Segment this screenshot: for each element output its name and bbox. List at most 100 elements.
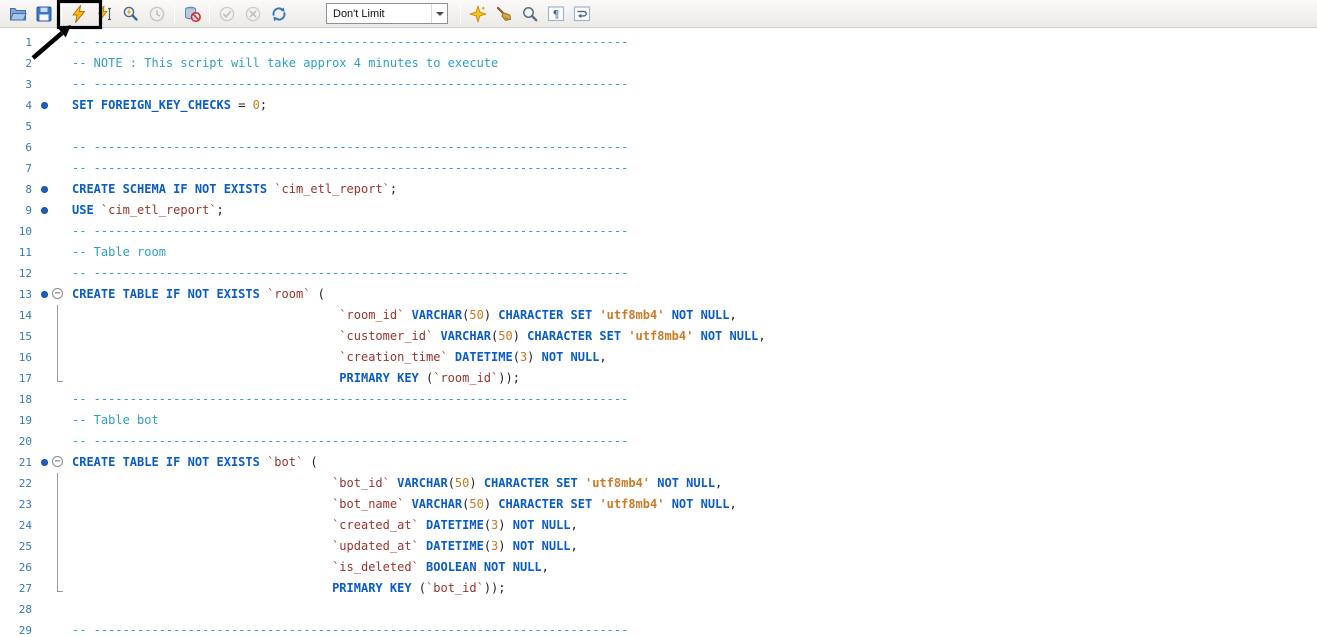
code-line[interactable]: 10-- -----------------------------------… xyxy=(0,221,1317,242)
stop-on-error-icon xyxy=(183,5,201,23)
code-line[interactable]: 21−CREATE TABLE IF NOT EXISTS `bot` ( xyxy=(0,452,1317,473)
fold-toggle-icon[interactable]: − xyxy=(48,452,64,473)
code-line[interactable]: 29-- -----------------------------------… xyxy=(0,620,1317,637)
line-number: 27 xyxy=(0,578,34,599)
code-line[interactable]: 13−CREATE TABLE IF NOT EXISTS `room` ( xyxy=(0,284,1317,305)
code-text: CREATE TABLE IF NOT EXISTS `room` ( xyxy=(64,284,325,305)
code-line[interactable]: 12-- -----------------------------------… xyxy=(0,263,1317,284)
code-line[interactable]: 28 xyxy=(0,599,1317,620)
code-line[interactable]: 9USE `cim_etl_report`; xyxy=(0,200,1317,221)
execute-icon xyxy=(70,5,88,23)
fold-toggle-icon[interactable]: − xyxy=(48,284,64,305)
marker-cell xyxy=(34,74,48,95)
line-number: 2 xyxy=(0,53,34,74)
show-invisibles-button[interactable]: ¶ xyxy=(544,2,568,26)
toolbar-separator xyxy=(460,4,461,23)
code-line[interactable]: 19-- Table bot xyxy=(0,410,1317,431)
code-line[interactable]: 25 `updated_at` DATETIME(3) NOT NULL, xyxy=(0,536,1317,557)
code-text: -- -------------------------------------… xyxy=(64,32,628,53)
code-line[interactable]: 17 PRIMARY KEY (`room_id`)); xyxy=(0,368,1317,389)
sql-editor[interactable]: 1-- ------------------------------------… xyxy=(0,29,1317,637)
statement-marker xyxy=(34,284,48,305)
code-text: `updated_at` DATETIME(3) NOT NULL, xyxy=(64,536,578,557)
code-text: PRIMARY KEY (`room_id`)); xyxy=(64,368,520,389)
code-text xyxy=(64,116,72,137)
code-line[interactable]: 22`bot_id` VARCHAR(50) CHARACTER SET 'ut… xyxy=(0,473,1317,494)
line-number: 5 xyxy=(0,116,34,137)
toggle-autocommit-button[interactable] xyxy=(267,2,291,26)
statement-dot-icon xyxy=(41,102,48,109)
chevron-down-icon xyxy=(431,4,447,23)
explain-button[interactable] xyxy=(119,2,143,26)
code-text: `customer_id` VARCHAR(50) CHARACTER SET … xyxy=(64,326,766,347)
commit-button[interactable] xyxy=(215,2,239,26)
save-button[interactable] xyxy=(32,2,56,26)
marker-cell xyxy=(34,620,48,637)
statement-dot-icon xyxy=(41,186,48,193)
code-line[interactable]: 2-- NOTE : This script will take approx … xyxy=(0,53,1317,74)
marker-cell xyxy=(34,158,48,179)
toggle-stop-on-error-button[interactable] xyxy=(180,2,204,26)
rollback-button[interactable] xyxy=(241,2,265,26)
execute-button[interactable] xyxy=(67,2,91,26)
code-text: CREATE SCHEMA IF NOT EXISTS `cim_etl_rep… xyxy=(64,179,397,200)
line-number: 8 xyxy=(0,179,34,200)
marker-cell xyxy=(34,389,48,410)
code-line[interactable]: 23`bot_name` VARCHAR(50) CHARACTER SET '… xyxy=(0,494,1317,515)
open-script-button[interactable] xyxy=(6,2,30,26)
marker-cell xyxy=(34,53,48,74)
fold-cell xyxy=(48,557,64,578)
wrap-text-button[interactable] xyxy=(570,2,594,26)
fold-cell xyxy=(48,53,64,74)
fold-cell xyxy=(48,515,64,536)
line-number: 19 xyxy=(0,410,34,431)
line-number: 29 xyxy=(0,620,34,637)
code-line[interactable]: 8 CREATE SCHEMA IF NOT EXISTS `cim_etl_re… xyxy=(0,179,1317,200)
code-line[interactable]: 20-- -----------------------------------… xyxy=(0,431,1317,452)
find-button[interactable] xyxy=(518,2,542,26)
beautify-button[interactable] xyxy=(466,2,490,26)
code-line[interactable]: 5 xyxy=(0,116,1317,137)
toolbar-separator xyxy=(209,4,210,23)
line-number: 17 xyxy=(0,368,34,389)
code-line[interactable]: 4SET FOREIGN_KEY_CHECKS = 0; xyxy=(0,95,1317,116)
code-line[interactable]: 16`creation_time` DATETIME(3) NOT NULL, xyxy=(0,347,1317,368)
marker-cell xyxy=(34,578,48,599)
code-text: -- -------------------------------------… xyxy=(64,221,628,242)
fold-cell xyxy=(48,368,64,389)
line-number: 4 xyxy=(0,95,34,116)
explain-icon xyxy=(122,5,140,23)
code-line[interactable]: 7-- ------------------------------------… xyxy=(0,158,1317,179)
line-number: 3 xyxy=(0,74,34,95)
broom-icon xyxy=(495,5,513,23)
code-text: PRIMARY KEY (`bot_id`)); xyxy=(64,578,506,599)
toolbar: Don't Limit ¶ xyxy=(0,0,1317,28)
code-line[interactable]: 3-- ------------------------------------… xyxy=(0,74,1317,95)
code-text: -- -------------------------------------… xyxy=(64,137,628,158)
statement-marker xyxy=(34,452,48,473)
line-number: 21 xyxy=(0,452,34,473)
code-line[interactable]: 14`room_id` VARCHAR(50) CHARACTER SET 'u… xyxy=(0,305,1317,326)
line-number: 15 xyxy=(0,326,34,347)
code-area[interactable]: 1-- ------------------------------------… xyxy=(0,32,1317,637)
stop-button[interactable] xyxy=(145,2,169,26)
code-line[interactable]: 15 `customer_id` VARCHAR(50) CHARACTER SE… xyxy=(0,326,1317,347)
code-line[interactable]: 6 -- ------------------------------------… xyxy=(0,137,1317,158)
line-number: 6 xyxy=(0,137,34,158)
code-line[interactable]: 27 PRIMARY KEY (`bot_id`)); xyxy=(0,578,1317,599)
fold-cell xyxy=(48,326,64,347)
execute-current-icon xyxy=(96,5,114,23)
line-number: 25 xyxy=(0,536,34,557)
execute-current-statement-button[interactable] xyxy=(93,2,117,26)
code-line[interactable]: 26`is_deleted` BOOLEAN NOT NULL, xyxy=(0,557,1317,578)
code-line[interactable]: 11-- Table room xyxy=(0,242,1317,263)
line-number: 12 xyxy=(0,263,34,284)
code-text: `creation_time` DATETIME(3) NOT NULL, xyxy=(64,347,607,368)
code-line[interactable]: 1-- ------------------------------------… xyxy=(0,32,1317,53)
cleanup-sql-button[interactable] xyxy=(492,2,516,26)
line-number: 14 xyxy=(0,305,34,326)
code-line[interactable]: 24`created_at` DATETIME(3) NOT NULL, xyxy=(0,515,1317,536)
code-line[interactable]: 18-- -----------------------------------… xyxy=(0,389,1317,410)
fold-cell xyxy=(48,599,64,620)
limit-dropdown[interactable]: Don't Limit xyxy=(326,3,448,24)
